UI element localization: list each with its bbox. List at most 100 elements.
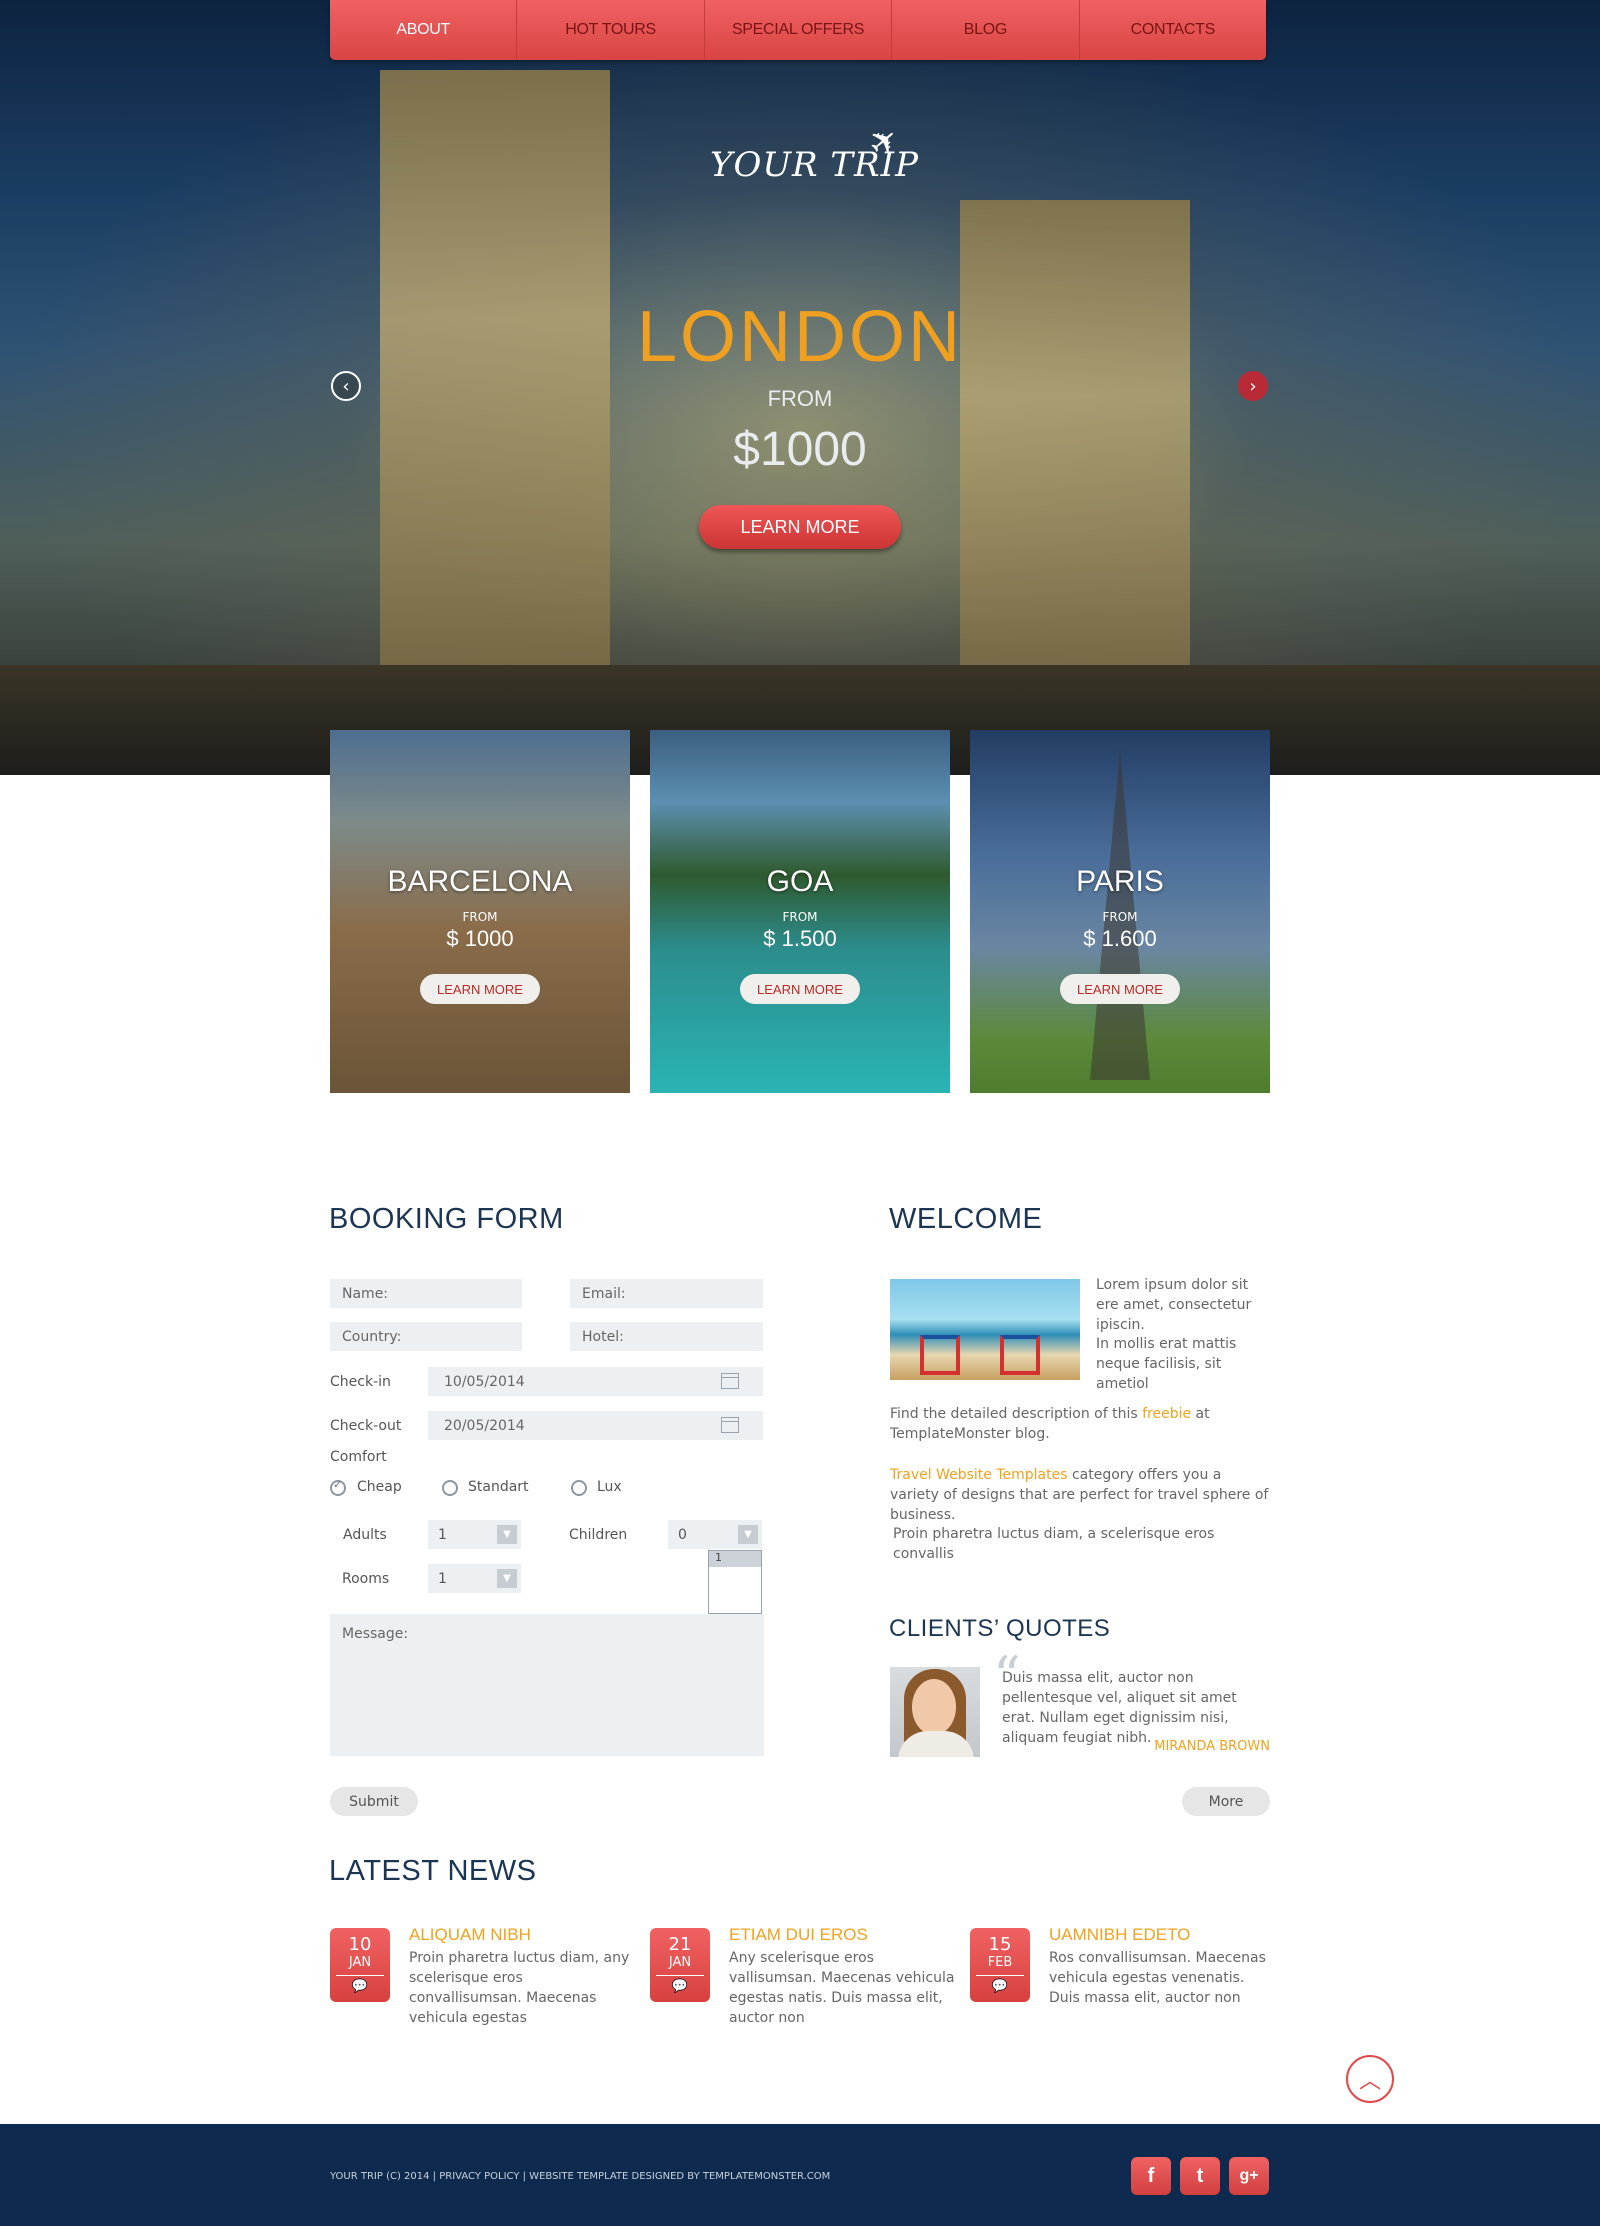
email-field[interactable]: Email: (570, 1279, 763, 1308)
chevron-down-icon: ▼ (497, 1525, 517, 1544)
news-day: 10 (348, 1934, 372, 1955)
comment-icon[interactable]: 💬 (336, 1975, 384, 1994)
adults-label: Adults (343, 1527, 387, 1543)
card-title: BARCELONA (387, 865, 573, 898)
facebook-icon[interactable]: f (1131, 2157, 1171, 2195)
welcome-image (890, 1279, 1080, 1380)
welcome-heading: WELCOME (889, 1203, 1043, 1235)
news-title[interactable]: ETIAM DUI EROS (729, 1925, 868, 1945)
hero-city: LONDON (636, 297, 964, 377)
radio-lux-label: Lux (597, 1479, 622, 1495)
card-learn-more-button[interactable]: LEARN MORE (740, 974, 860, 1004)
news-title[interactable]: ALIQUAM NIBH (409, 1925, 531, 1945)
radio-cheap-label: Cheap (357, 1479, 402, 1495)
news-day: 15 (988, 1934, 1012, 1955)
booking-form-heading: BOOKING FORM (329, 1203, 564, 1235)
scroll-to-top-button[interactable]: ︿ (1346, 2055, 1394, 2103)
nav-item-blog[interactable]: BLOG (892, 0, 1080, 60)
footer: YOUR TRIP (C) 2014 | PRIVACY POLICY | WE… (0, 2124, 1600, 2226)
client-avatar (890, 1667, 980, 1757)
children-select[interactable]: 0 ▼ (668, 1520, 762, 1549)
beach-chair (920, 1335, 960, 1375)
checkout-field[interactable]: 20/05/2014 (428, 1411, 763, 1440)
welcome-text-3: Find the detailed description of this fr… (890, 1404, 1270, 1444)
main-nav: ABOUT HOT TOURS SPECIAL OFFERS BLOG CONT… (330, 0, 1266, 60)
chevron-down-icon: ▼ (497, 1569, 517, 1588)
chevron-left-icon[interactable]: ‹ (331, 371, 361, 401)
welcome-text-4: Travel Website Templates category offers… (890, 1465, 1270, 1525)
welcome-text-1: Lorem ipsum dolor sit ere amet, consecte… (1096, 1277, 1252, 1333)
rooms-value: 1 (438, 1570, 447, 1587)
travel-templates-link[interactable]: Travel Website Templates (890, 1467, 1068, 1483)
google-plus-icon[interactable]: g+ (1229, 2157, 1269, 2195)
hero-learn-more-button[interactable]: LEARN MORE (699, 505, 901, 549)
children-value: 0 (678, 1526, 687, 1543)
card-price: $ 1000 (446, 926, 514, 951)
news-title[interactable]: UAMNIBH EDETO (1049, 1925, 1190, 1945)
adults-value: 1 (438, 1526, 447, 1543)
adults-select[interactable]: 1 ▼ (428, 1520, 521, 1549)
radio-cheap[interactable] (330, 1478, 346, 1496)
news-date-badge: 21 JAN 💬 (650, 1928, 710, 2002)
chevron-down-icon: ▼ (738, 1525, 758, 1544)
tour-card-paris: PARIS FROM $ 1.600 LEARN MORE (970, 730, 1270, 1093)
news-text: Any scelerisque eros vallisumsan. Maecen… (729, 1950, 955, 2026)
submit-button[interactable]: Submit (330, 1787, 418, 1816)
freebie-link[interactable]: freebie (1142, 1406, 1191, 1422)
children-dropdown-option[interactable]: 1 (709, 1551, 761, 1567)
comfort-label: Comfort (330, 1449, 387, 1465)
quote-author: MIRANDA BROWN (1154, 1739, 1270, 1754)
clients-quotes-heading: CLIENTS’ QUOTES (889, 1615, 1111, 1642)
news-text: Proin pharetra luctus diam, any sceleris… (409, 1950, 630, 2026)
welcome-text-5: Proin pharetra luctus diam, a scelerisqu… (893, 1526, 1215, 1562)
hero-from: FROM (767, 386, 833, 411)
rooms-select[interactable]: 1 ▼ (428, 1564, 521, 1593)
welcome-text-3-before: Find the detailed description of this (890, 1406, 1143, 1422)
card-title: PARIS (1076, 865, 1164, 898)
nav-item-contacts[interactable]: CONTACTS (1080, 0, 1266, 60)
card-learn-more-button[interactable]: LEARN MORE (420, 974, 540, 1004)
comment-icon[interactable]: 💬 (976, 1975, 1024, 1994)
radio-standart[interactable] (442, 1480, 458, 1496)
checkout-value: 20/05/2014 (444, 1417, 525, 1434)
country-field[interactable]: Country: (330, 1322, 522, 1351)
twitter-icon[interactable]: t (1180, 2157, 1220, 2195)
checkin-field[interactable]: 10/05/2014 (428, 1367, 763, 1396)
nav-item-hot-tours[interactable]: HOT TOURS (517, 0, 705, 60)
name-field[interactable]: Name: (330, 1279, 522, 1308)
children-label: Children (569, 1527, 628, 1543)
card-from: FROM (782, 910, 818, 924)
footer-copyright: YOUR TRIP (C) 2014 | PRIVACY POLICY | WE… (330, 2171, 831, 2182)
hero-price: $1000 (733, 423, 867, 476)
radio-lux[interactable] (571, 1480, 587, 1496)
beach-chair (1000, 1335, 1040, 1375)
hero-tower-left (380, 70, 610, 690)
welcome-text-2: In mollis erat mattis neque facilisis, s… (1096, 1336, 1237, 1392)
nav-item-special-offers[interactable]: SPECIAL OFFERS (705, 0, 893, 60)
card-title: GOA (766, 865, 834, 898)
news-month: FEB (987, 1955, 1013, 1970)
avatar-face (912, 1679, 956, 1735)
checkin-value: 10/05/2014 (444, 1373, 525, 1390)
card-from: FROM (1102, 910, 1138, 924)
news-month: JAN (348, 1955, 372, 1970)
card-price: $ 1.500 (763, 926, 837, 951)
message-textarea[interactable]: Message: (330, 1614, 764, 1756)
chevron-right-icon[interactable]: › (1238, 371, 1268, 401)
checkout-label: Check-out (330, 1418, 402, 1434)
card-learn-more-button[interactable]: LEARN MORE (1060, 974, 1180, 1004)
tour-card-barcelona: BARCELONA FROM $ 1000 LEARN MORE (330, 730, 630, 1093)
radio-standart-label: Standart (468, 1479, 529, 1495)
news-day: 21 (668, 1934, 692, 1955)
nav-item-about[interactable]: ABOUT (330, 0, 518, 60)
calendar-icon[interactable] (721, 1417, 739, 1433)
news-month: JAN (668, 1955, 692, 1970)
children-dropdown-list: 1 (708, 1550, 762, 1614)
calendar-icon[interactable] (721, 1373, 739, 1389)
latest-news-heading: LATEST NEWS (329, 1855, 537, 1887)
hotel-field[interactable]: Hotel: (570, 1322, 763, 1351)
comment-icon[interactable]: 💬 (656, 1975, 704, 1994)
card-price: $ 1.600 (1083, 926, 1157, 951)
more-button[interactable]: More (1182, 1787, 1270, 1816)
rooms-label: Rooms (342, 1571, 390, 1587)
